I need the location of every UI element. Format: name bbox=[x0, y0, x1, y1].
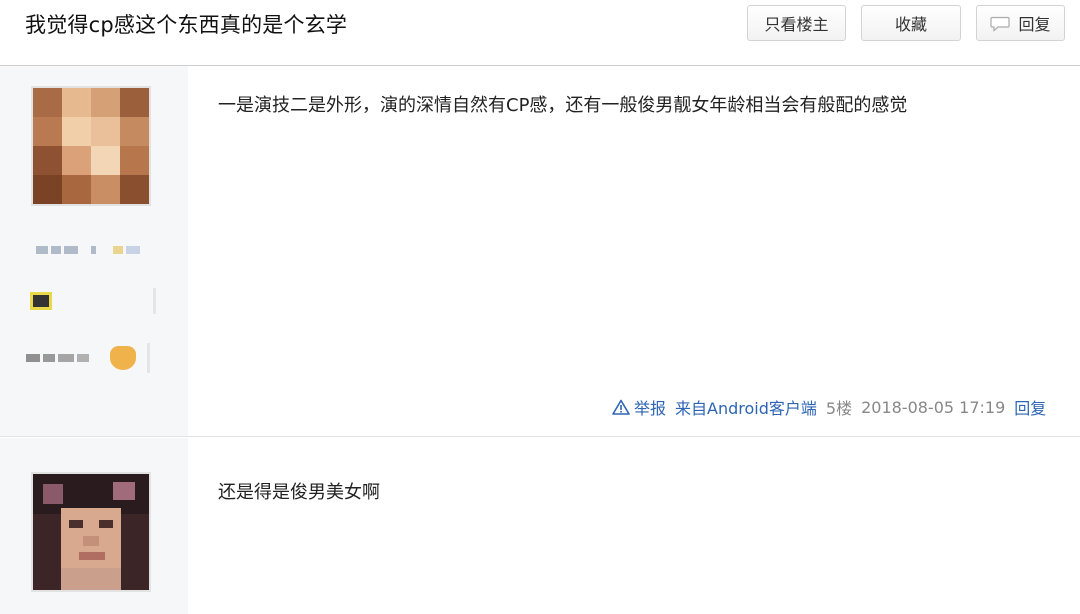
reply-button[interactable]: 回复 bbox=[976, 5, 1065, 41]
favorite-button[interactable]: 收藏 bbox=[861, 5, 961, 41]
level-badge bbox=[30, 288, 156, 314]
post-content: 一是演技二是外形，演的深情自然有CP感，还有一般俊男靓女年龄相当会有般配的感觉 bbox=[218, 95, 908, 116]
warning-icon bbox=[612, 399, 630, 415]
favorite-label: 收藏 bbox=[894, 15, 927, 34]
only-op-label: 只看楼主 bbox=[764, 15, 829, 34]
client-source: 来自Android客户端 bbox=[675, 399, 817, 418]
floor-number: 5楼 bbox=[825, 399, 853, 418]
member-badge bbox=[26, 343, 150, 373]
report-link[interactable]: 举报 bbox=[634, 395, 666, 419]
reply-link[interactable]: 回复 bbox=[1014, 395, 1046, 419]
thread-header: 我觉得cp感这个东西真的是个玄学 只看楼主 收藏 回复 bbox=[0, 0, 1080, 66]
post-time: 2018-08-05 17:19 bbox=[861, 397, 1006, 417]
username[interactable] bbox=[36, 246, 140, 254]
reply-bubble-icon bbox=[990, 16, 1011, 32]
avatar[interactable] bbox=[31, 86, 151, 206]
post-divider bbox=[0, 436, 1080, 437]
only-op-button[interactable]: 只看楼主 bbox=[747, 5, 846, 41]
post-tail: 举报 来自Android客户端 5楼 2018-08-05 17:19 回复 bbox=[612, 395, 1046, 419]
avatar[interactable] bbox=[31, 472, 151, 592]
reply-label: 回复 bbox=[1018, 15, 1051, 34]
post-content: 还是得是俊男美女啊 bbox=[218, 482, 380, 503]
thread-title: 我觉得cp感这个东西真的是个玄学 bbox=[25, 13, 348, 37]
